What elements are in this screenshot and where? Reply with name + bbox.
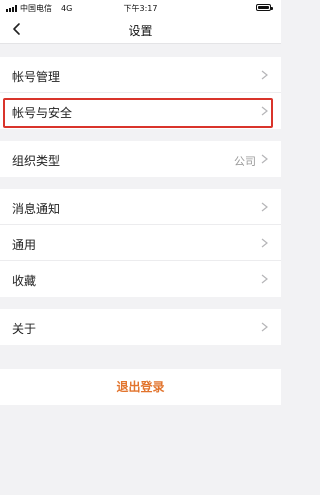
row-value: 公司 xyxy=(234,155,256,168)
row-label: 消息通知 xyxy=(12,202,61,216)
status-time: 下午3:17 xyxy=(123,4,158,13)
battery-icon xyxy=(256,4,273,11)
row-label: 通用 xyxy=(12,238,37,252)
row-organization-type[interactable]: 组织类型 公司 xyxy=(0,141,281,177)
settings-group-general: 消息通知 通用 收藏 xyxy=(0,189,281,297)
chevron-right-icon xyxy=(261,70,268,80)
row-notifications[interactable]: 消息通知 xyxy=(0,189,281,225)
row-label: 帐号与安全 xyxy=(12,106,73,120)
chevron-right-icon xyxy=(261,202,268,212)
row-account-management[interactable]: 帐号管理 xyxy=(0,57,281,93)
status-bar: 中国电信 4G 下午3:17 xyxy=(0,0,281,16)
nav-bar: 设置 xyxy=(0,16,281,44)
row-label: 关于 xyxy=(12,322,37,336)
logout-button[interactable]: 退出登录 xyxy=(0,369,281,405)
settings-group-about: 关于 xyxy=(0,309,281,345)
row-label: 组织类型 xyxy=(12,154,61,168)
row-label: 帐号管理 xyxy=(12,70,61,84)
row-about[interactable]: 关于 xyxy=(0,309,281,345)
row-favorites[interactable]: 收藏 xyxy=(0,261,281,297)
chevron-right-icon xyxy=(261,106,268,116)
row-account-security[interactable]: 帐号与安全 xyxy=(0,93,281,129)
chevron-right-icon xyxy=(261,322,268,332)
settings-group-account: 帐号管理 帐号与安全 xyxy=(0,57,281,129)
row-general[interactable]: 通用 xyxy=(0,225,281,261)
row-label: 收藏 xyxy=(12,274,37,288)
page-title: 设置 xyxy=(128,24,153,38)
chevron-right-icon xyxy=(261,154,268,164)
settings-group-organization: 组织类型 公司 xyxy=(0,141,281,177)
chevron-right-icon xyxy=(261,274,268,284)
chevron-right-icon xyxy=(261,238,268,248)
